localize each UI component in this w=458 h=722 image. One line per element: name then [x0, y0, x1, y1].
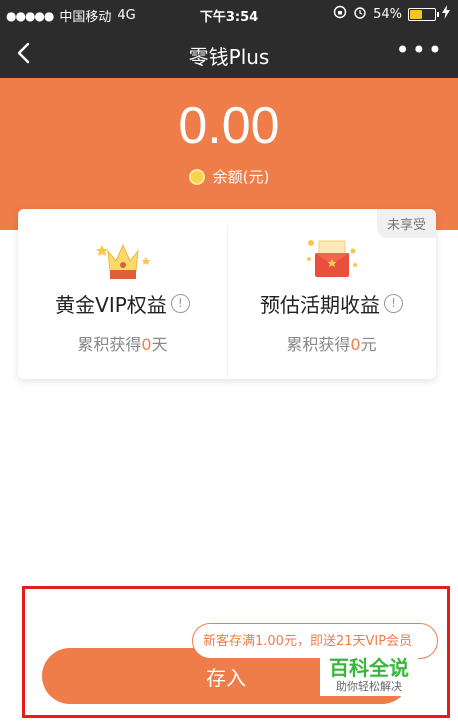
charging-icon: [442, 5, 450, 23]
interest-benefit-title-row: 预估活期收益 !: [227, 289, 436, 318]
balance-label-row: 余额(元): [0, 166, 458, 187]
watermark-main-text: 百科全说: [329, 656, 409, 680]
balance-header: 0.00 余额(元): [0, 78, 458, 230]
vip-summary-prefix: 累积获得: [77, 335, 142, 354]
battery-icon: [408, 7, 439, 21]
vip-benefit[interactable]: 黄金VIP权益 ! 累积获得0天: [18, 209, 227, 379]
interest-benefit-summary: 累积获得0元: [227, 331, 436, 355]
rotation-lock-icon: [333, 5, 347, 23]
page-title: 零钱Plus: [188, 45, 270, 69]
status-bar: ●●●●● 中国移动 4G 下午3:54 54%: [0, 0, 458, 28]
info-icon[interactable]: !: [170, 294, 190, 313]
interest-value: 0: [350, 335, 361, 354]
vip-benefit-title-row: 黄金VIP权益 !: [18, 289, 227, 318]
more-options-button[interactable]: •••: [396, 36, 444, 64]
coin-icon: [188, 168, 205, 185]
vip-benefit-summary: 累积获得0天: [18, 331, 227, 355]
info-icon[interactable]: !: [384, 294, 403, 313]
benefits-card: 黄金VIP权益 ! 累积获得0天 未享受 预估活期收益 ! 累积获得0元: [18, 209, 436, 379]
interest-summary-prefix: 累积获得: [286, 335, 351, 354]
battery-percent: 54%: [373, 6, 402, 22]
battery-fill: [410, 9, 422, 19]
red-envelope-icon: [227, 237, 436, 283]
nav-bar: 零钱Plus •••: [0, 28, 458, 78]
balance-amount: 0.00: [178, 97, 280, 155]
vip-benefit-title: 黄金VIP权益: [55, 293, 167, 317]
alarm-icon: [353, 5, 367, 23]
watermark-logo: 百科全说 助你轻松解决: [320, 648, 418, 696]
crown-icon: [18, 237, 227, 283]
battery-tip: [437, 11, 439, 17]
interest-benefit[interactable]: 预估活期收益 ! 累积获得0元: [227, 209, 436, 379]
watermark-sub-text: 助你轻松解决: [336, 680, 402, 693]
interest-benefit-title: 预估活期收益: [260, 293, 380, 317]
vip-summary-unit: 天: [151, 335, 168, 354]
status-right: 54%: [333, 5, 450, 23]
balance-label: 余额(元): [212, 168, 270, 186]
vip-days-value: 0: [141, 335, 152, 354]
interest-summary-unit: 元: [360, 335, 377, 354]
